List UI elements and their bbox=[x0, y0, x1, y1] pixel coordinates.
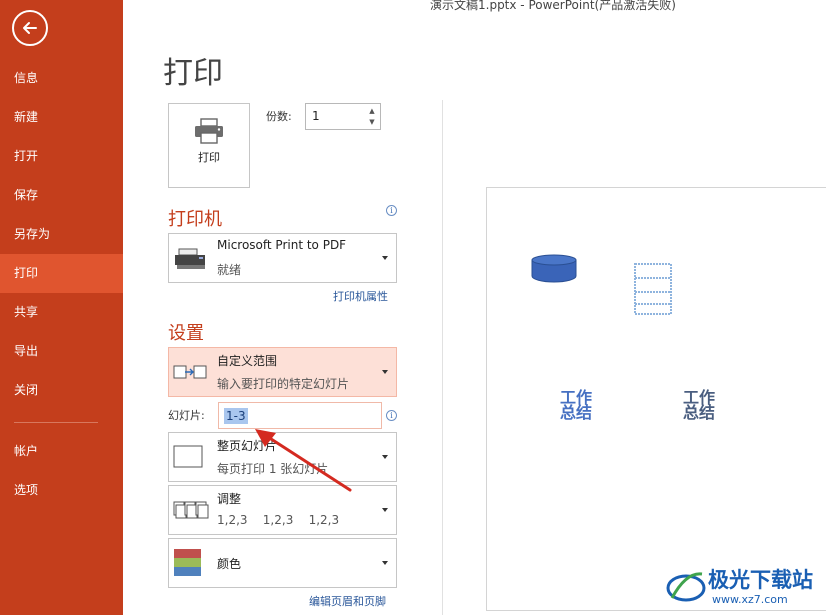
panel-divider bbox=[442, 100, 443, 615]
color-swatch-icon bbox=[174, 549, 201, 576]
wordart-right-line2: 总结 bbox=[682, 403, 715, 422]
chevron-down-icon bbox=[382, 256, 388, 260]
full-page-slide-icon bbox=[173, 445, 203, 468]
back-button[interactable] bbox=[12, 10, 48, 46]
chevron-down-icon bbox=[382, 508, 388, 512]
shelf-shape bbox=[634, 263, 672, 315]
sidebar-item-save-as[interactable]: 另存为 bbox=[0, 215, 123, 254]
color-dropdown[interactable]: 颜色 bbox=[168, 538, 397, 588]
printer-device-icon bbox=[175, 248, 205, 269]
sidebar-item-close[interactable]: 关闭 bbox=[0, 371, 123, 410]
range-subtitle: 输入要打印的特定幻灯片 bbox=[217, 377, 350, 391]
arrow-left-icon bbox=[23, 22, 37, 34]
copies-label: 份数: bbox=[266, 110, 292, 123]
print-button[interactable]: 打印 bbox=[168, 103, 250, 188]
chevron-down-icon bbox=[382, 370, 388, 374]
printer-dropdown[interactable]: Microsoft Print to PDF 就绪 bbox=[168, 233, 397, 283]
sidebar-item-info[interactable]: 信息 bbox=[0, 59, 123, 98]
collate-subtitle: 1,2,3 1,2,3 1,2,3 bbox=[217, 513, 340, 527]
annotation-arrow-icon bbox=[255, 429, 352, 492]
color-title: 颜色 bbox=[217, 557, 242, 571]
page-title: 打印 bbox=[163, 56, 223, 91]
print-range-dropdown[interactable]: 自定义范围 输入要打印的特定幻灯片 bbox=[168, 347, 397, 397]
edit-header-footer-link[interactable]: 编辑页眉和页脚 bbox=[309, 593, 386, 609]
wordart-right: 工作 总结 bbox=[681, 390, 717, 422]
collate-title: 调整 bbox=[217, 492, 242, 506]
custom-range-icon bbox=[173, 365, 207, 379]
print-preview: 工作 总结 工作 总结 bbox=[486, 187, 826, 611]
watermark-text: 极光下载站 bbox=[708, 568, 813, 592]
sidebar-item-save[interactable]: 保存 bbox=[0, 176, 123, 215]
print-button-label: 打印 bbox=[198, 151, 220, 164]
sidebar-item-export[interactable]: 导出 bbox=[0, 332, 123, 371]
watermark-url: www.xz7.com bbox=[712, 593, 788, 606]
printer-info-icon[interactable]: i bbox=[386, 205, 397, 216]
increment-icon[interactable]: ▲ bbox=[367, 106, 377, 116]
watermark-logo-icon bbox=[666, 572, 706, 602]
wordart-left: 工作 总结 bbox=[559, 390, 593, 422]
chevron-down-icon bbox=[382, 455, 388, 459]
site-watermark: 极光下载站 www.xz7.com bbox=[650, 560, 826, 615]
printer-icon bbox=[195, 118, 223, 144]
decrement-icon[interactable]: ▼ bbox=[367, 117, 377, 127]
backstage-sidebar: 信息 新建 打开 保存 另存为 打印 共享 导出 关闭 帐户 选项 bbox=[0, 0, 123, 615]
collate-icon bbox=[173, 501, 209, 519]
slides-info-icon[interactable]: i bbox=[386, 410, 397, 421]
window-title: 演示文稿1.pptx - PowerPoint(产品激活失败) bbox=[430, 0, 676, 12]
sidebar-item-account[interactable]: 帐户 bbox=[0, 432, 123, 471]
cylinder-shape bbox=[531, 254, 577, 283]
range-title: 自定义范围 bbox=[217, 354, 278, 368]
sidebar-item-share[interactable]: 共享 bbox=[0, 293, 123, 332]
printer-properties-link[interactable]: 打印机属性 bbox=[333, 288, 388, 304]
sidebar-item-print[interactable]: 打印 bbox=[0, 254, 123, 293]
settings-section-title: 设置 bbox=[168, 323, 204, 344]
sidebar-item-options[interactable]: 选项 bbox=[0, 471, 123, 510]
chevron-down-icon bbox=[382, 561, 388, 565]
copies-value: 1 bbox=[312, 109, 320, 123]
sidebar-item-new[interactable]: 新建 bbox=[0, 98, 123, 137]
sidebar-divider bbox=[14, 422, 98, 423]
printer-name: Microsoft Print to PDF bbox=[217, 238, 347, 252]
print-backstage: 信息 新建 打开 保存 另存为 打印 共享 导出 关闭 帐户 选项 演示文稿1.… bbox=[0, 0, 826, 615]
wordart-left-line2: 总结 bbox=[559, 403, 592, 422]
copies-stepper[interactable]: 1 ▲ ▼ bbox=[305, 103, 381, 130]
printer-status: 就绪 bbox=[217, 263, 242, 277]
slides-label: 幻灯片: bbox=[168, 409, 205, 422]
slides-input-value: 1-3 bbox=[224, 408, 248, 424]
sidebar-item-open[interactable]: 打开 bbox=[0, 137, 123, 176]
printer-section-title: 打印机 bbox=[168, 209, 222, 230]
